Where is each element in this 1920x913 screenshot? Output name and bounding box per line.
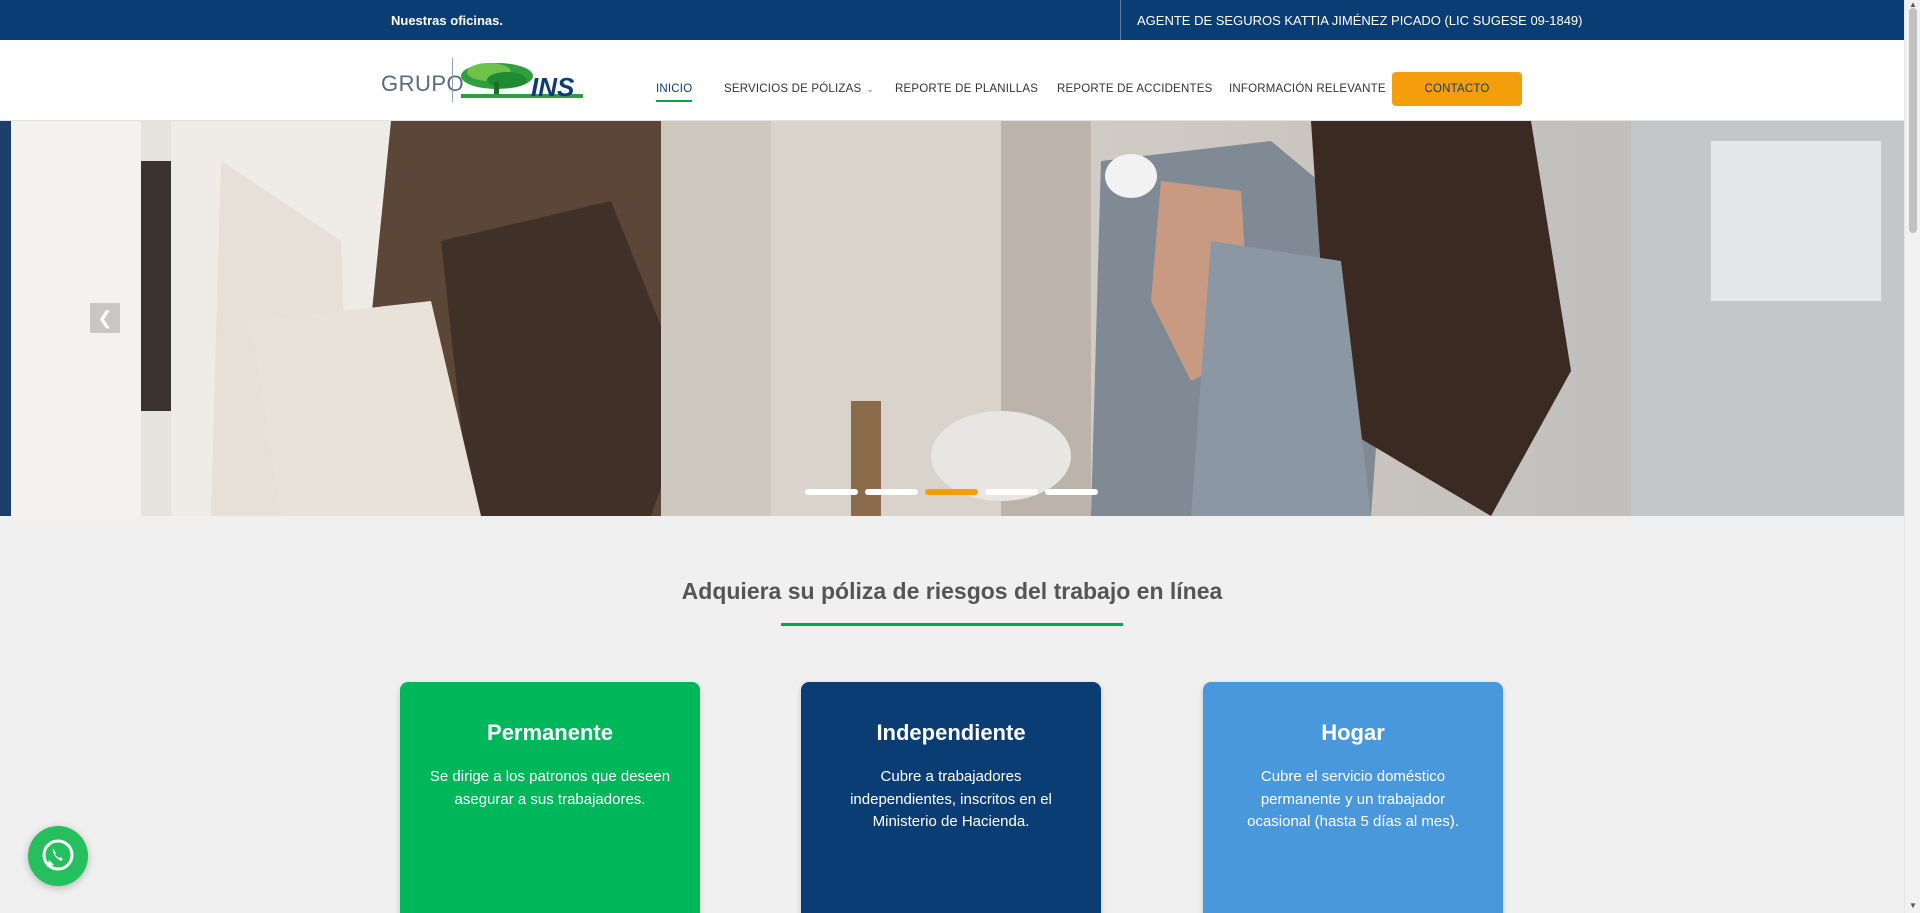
hero-slider: ❮ (0, 121, 1904, 516)
agent-label: AGENTE DE SEGUROS KATTIA JIMÉNEZ PICADO … (1137, 13, 1583, 28)
nav-item-inicio[interactable]: INICIO (656, 83, 693, 102)
slider-dot-5[interactable] (1045, 489, 1098, 495)
topbar-divider (1120, 0, 1121, 40)
grupo-ins-logo[interactable]: GRUPO INS (381, 58, 586, 104)
card-text: Cubre a trabajadores independientes, ins… (850, 768, 1052, 830)
slider-dot-2[interactable] (865, 489, 918, 495)
nav-item-planillas[interactable]: REPORTE DE PLANILLAS (895, 83, 1038, 95)
card-title: Hogar (1321, 720, 1385, 745)
section-title: Adquiera su póliza de riesgos del trabaj… (681, 578, 1223, 604)
nav-item-servicios[interactable]: SERVICIOS DE PÓLIZAS ⌄ (724, 83, 874, 95)
ins-tree-logo-icon: INS (461, 63, 583, 102)
card-independiente[interactable]: Independiente Cubre a trabajadores indep… (801, 682, 1101, 913)
chevron-left-icon[interactable]: ❮ (90, 303, 120, 333)
scroll-down-arrow-icon[interactable]: ▼ (1909, 901, 1917, 910)
main-header: GRUPO INS INICIO SERVICIOS DE PÓLIZAS ⌄ R… (0, 40, 1904, 121)
scroll-thumb[interactable] (1909, 8, 1917, 233)
card-text: Cubre el servicio doméstico permanente y… (1247, 768, 1459, 830)
card-title: Independiente (876, 720, 1026, 745)
contact-button[interactable]: CONTACTO (1392, 72, 1522, 106)
offices-link[interactable]: Nuestras oficinas. (391, 13, 503, 28)
previous-slide-edge (0, 121, 11, 516)
whatsapp-button[interactable] (28, 826, 88, 886)
hero-image (11, 121, 1904, 516)
card-permanente[interactable]: Permanente Se dirige a los patronos que … (400, 682, 700, 913)
page-scrollbar[interactable]: ▲ ▼ (1904, 0, 1920, 913)
slider-dot-3[interactable] (925, 489, 978, 495)
card-hogar[interactable]: Hogar Cubre el servicio doméstico perman… (1203, 682, 1503, 913)
nav-item-informacion[interactable]: INFORMACIÓN RELEVANTE (1229, 83, 1386, 95)
title-underline (781, 623, 1123, 626)
top-bar: Nuestras oficinas. AGENTE DE SEGUROS KAT… (0, 0, 1904, 40)
whatsapp-icon (42, 839, 74, 871)
slider-dot-4[interactable] (985, 489, 1038, 495)
logo-separator (452, 58, 453, 102)
nav-item-accidentes[interactable]: REPORTE DE ACCIDENTES (1057, 83, 1212, 95)
logo-ins-text: INS (531, 72, 575, 102)
card-text: Se dirige a los patronos que deseen aseg… (429, 768, 671, 808)
nav-item-servicios-label: SERVICIOS DE PÓLIZAS (724, 83, 862, 95)
card-title: Permanente (487, 720, 613, 745)
slider-dot-1[interactable] (805, 489, 858, 495)
chevron-down-icon: ⌄ (866, 84, 875, 94)
